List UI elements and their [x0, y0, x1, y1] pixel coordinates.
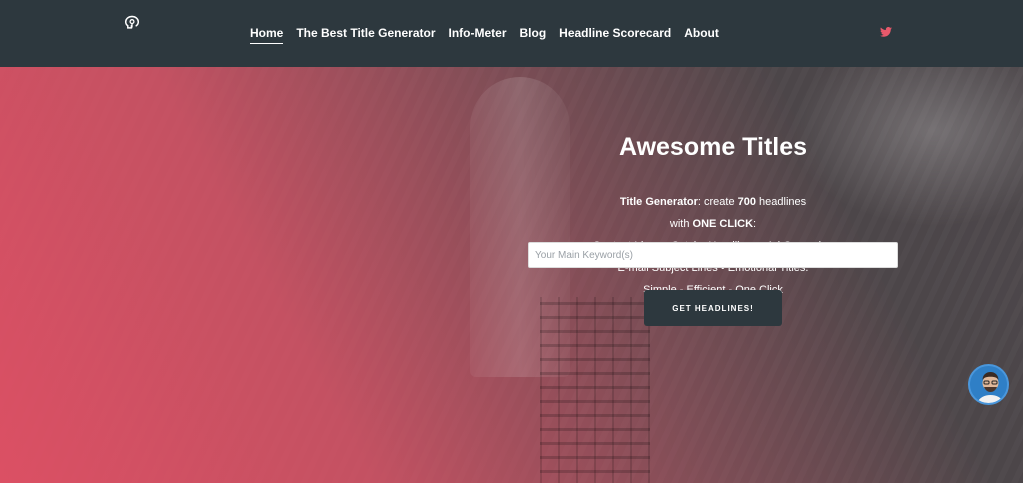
title-generator-label: Title Generator	[619, 196, 698, 208]
nav-home[interactable]: Home	[250, 26, 284, 44]
nav-best-title-generator[interactable]: The Best Title Generator	[296, 26, 435, 44]
description-line-1: Title Generator: create 700 headlines	[528, 191, 898, 213]
description-text: with	[669, 218, 693, 230]
keyword-input[interactable]	[528, 242, 898, 268]
description-text: headlines	[756, 196, 807, 208]
main-nav: Home The Best Title Generator Info-Meter…	[250, 26, 732, 44]
top-navigation-bar: Home The Best Title Generator Info-Meter…	[0, 0, 1023, 67]
description-line-2: with ONE CLICK:	[528, 213, 898, 235]
nav-blog[interactable]: Blog	[520, 26, 547, 44]
support-avatar-icon[interactable]	[968, 364, 1009, 405]
nav-info-meter[interactable]: Info-Meter	[449, 26, 507, 44]
twitter-icon[interactable]	[880, 27, 892, 37]
brain-lightbulb-icon[interactable]	[122, 14, 142, 34]
hero-title: Awesome Titles	[618, 133, 808, 161]
nav-about[interactable]: About	[684, 26, 719, 44]
one-click-label: ONE CLICK	[692, 218, 754, 230]
hero-section: Awesome Titles Title Generator: create 7…	[0, 67, 1023, 483]
headline-count: 700	[737, 196, 756, 208]
get-headlines-button[interactable]: GET HEADLINES!	[644, 290, 782, 326]
nav-headline-scorecard[interactable]: Headline Scorecard	[559, 26, 671, 44]
description-text: :	[753, 218, 757, 230]
launch-tower-background-image	[540, 297, 650, 483]
description-text: : create	[697, 196, 738, 208]
